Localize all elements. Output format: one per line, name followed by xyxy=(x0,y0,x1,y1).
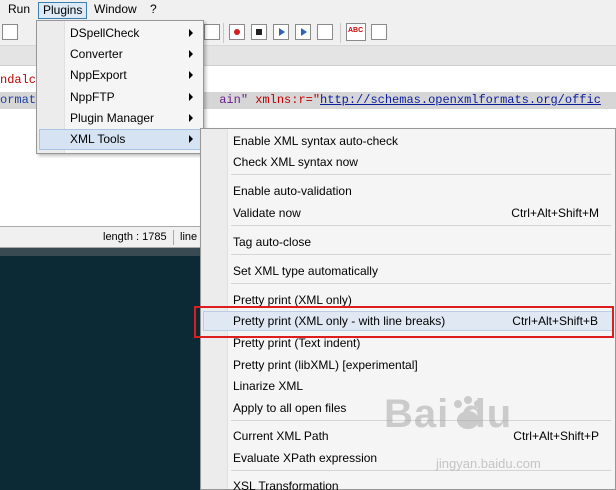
watermark-url: jingyan.baidu.com xyxy=(436,456,541,471)
menu-item-label: Plugin Manager xyxy=(70,111,155,125)
status-separator xyxy=(173,230,174,245)
xml-item-pretty-print-libxml[interactable]: Pretty print (libXML) [experimental] xyxy=(203,355,613,375)
menu-item-label: Pretty print (libXML) [experimental] xyxy=(233,358,418,372)
highlight-box xyxy=(194,306,614,338)
menu-bar: Run Plugins Window ? xyxy=(0,0,616,20)
toolbar-separator xyxy=(340,23,341,43)
watermark: Bai du jingyan.baidu.com xyxy=(384,392,606,486)
find-icon[interactable] xyxy=(2,24,18,40)
play-multiple-icon[interactable] xyxy=(295,24,311,40)
menu-item-label: Tag auto-close xyxy=(233,235,312,249)
save-macro-icon[interactable] xyxy=(317,24,333,40)
xml-item-tag-autoclose[interactable]: Tag auto-close xyxy=(203,232,613,252)
menu-item-label: Apply to all open files xyxy=(233,401,347,415)
xml-item-auto-validation[interactable]: Enable auto-validation xyxy=(203,181,613,201)
menu-item-label: NppExport xyxy=(70,68,127,82)
plugins-item-converter[interactable]: Converter xyxy=(39,44,201,65)
menu-item-label: Enable auto-validation xyxy=(233,184,352,198)
submenu-arrow-icon xyxy=(189,135,193,143)
menu-item-label: Evaluate XPath expression xyxy=(233,451,378,465)
spellcheck-icon[interactable]: ABC xyxy=(346,23,366,41)
menu-item-label: Pretty print (XML only) xyxy=(233,293,352,307)
menu-separator xyxy=(231,174,611,175)
submenu-arrow-icon xyxy=(189,71,193,79)
menu-item-label: NppFTP xyxy=(70,90,115,104)
plugins-item-dspellcheck[interactable]: DSpellCheck xyxy=(39,23,201,44)
menu-item-label: Linarize XML xyxy=(233,379,304,393)
menu-item-shortcut: Ctrl+Alt+Shift+M xyxy=(511,206,599,220)
play-macro-icon[interactable] xyxy=(273,24,289,40)
submenu-arrow-icon xyxy=(189,29,193,37)
menu-item-label: Current XML Path xyxy=(233,429,329,443)
code-url[interactable]: http://schemas.openxmlformats.org/offic xyxy=(320,93,601,107)
toolbar-separator xyxy=(223,23,224,43)
plugins-item-nppexport[interactable]: NppExport xyxy=(39,65,201,86)
menu-item-label: Converter xyxy=(70,47,123,61)
xml-item-validate-now[interactable]: Validate now Ctrl+Alt+Shift+M xyxy=(203,203,613,223)
xml-item-syntax-autocheck[interactable]: Enable XML syntax auto-check xyxy=(203,131,613,151)
watermark-brand: Bai du xyxy=(384,392,513,436)
xml-item-set-xml-type[interactable]: Set XML type automatically xyxy=(203,261,613,281)
plugins-menu: DSpellCheck Converter NppExport NppFTP P… xyxy=(36,20,204,154)
menu-item-label: Validate now xyxy=(233,206,301,220)
code-token: =" xyxy=(305,93,321,107)
plugins-item-xml-tools[interactable]: XML Tools xyxy=(39,129,201,150)
submenu-arrow-icon xyxy=(189,93,193,101)
plugin-icon[interactable] xyxy=(371,24,387,40)
record-macro-icon[interactable] xyxy=(229,24,245,40)
menu-item-label: Pretty print (Text indent) xyxy=(233,336,361,350)
plugins-item-nppftp[interactable]: NppFTP xyxy=(39,87,201,108)
menu-separator xyxy=(231,254,611,255)
menu-item-label: XML Tools xyxy=(70,132,126,146)
document-icon[interactable] xyxy=(204,24,220,40)
menu-item-label: Enable XML syntax auto-check xyxy=(233,134,398,148)
menu-separator xyxy=(231,283,611,284)
code-token: xmlns:r xyxy=(248,93,306,107)
menu-plugins[interactable]: Plugins xyxy=(38,2,88,19)
menu-item-label: Set XML type automatically xyxy=(233,264,378,278)
submenu-arrow-icon xyxy=(189,50,193,58)
xml-item-check-syntax[interactable]: Check XML syntax now xyxy=(203,152,613,172)
menu-item-label: XSL Transformation xyxy=(233,479,339,490)
status-length: length : 1785 xyxy=(103,231,167,243)
menu-separator xyxy=(231,225,611,226)
menu-item-label: Check XML syntax now xyxy=(233,155,358,169)
code-line-1: ndalc xyxy=(0,73,37,87)
plugins-item-plugin-manager[interactable]: Plugin Manager xyxy=(39,108,201,129)
status-line: line xyxy=(180,231,198,243)
menu-item-label: DSpellCheck xyxy=(70,26,140,40)
submenu-arrow-icon xyxy=(189,114,193,122)
menu-window[interactable]: Window xyxy=(90,2,141,19)
menu-help[interactable]: ? xyxy=(146,2,161,19)
stop-macro-icon[interactable] xyxy=(251,24,267,40)
code-token: ain" xyxy=(219,93,249,107)
menu-run[interactable]: Run xyxy=(4,2,34,19)
